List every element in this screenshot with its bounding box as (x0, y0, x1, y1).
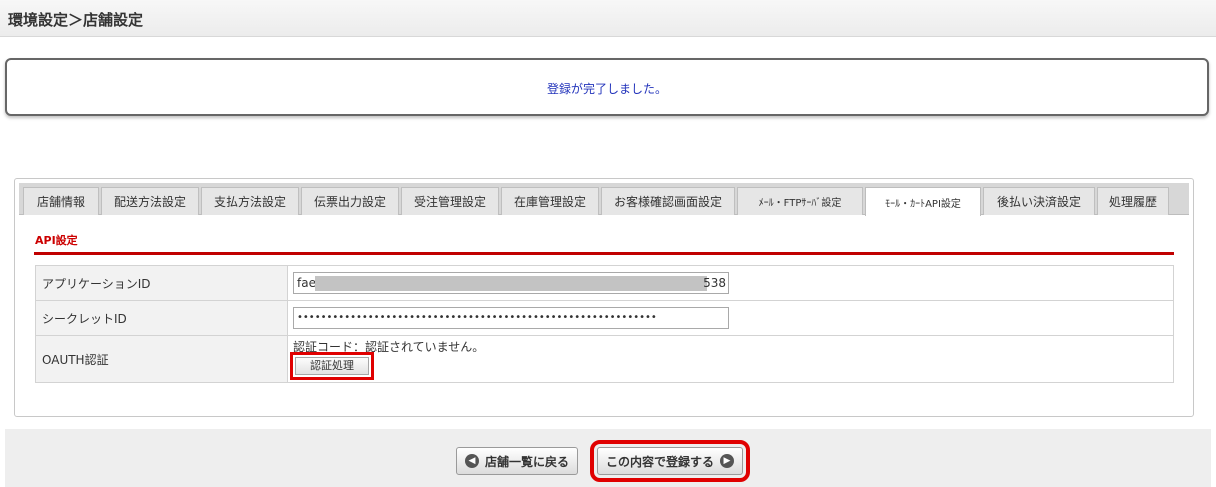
app-id-cell: fae 538 (287, 265, 1174, 301)
app-id-label: アプリケーションID (35, 265, 288, 301)
table-row: OAUTH認証 認証コード：認証されていません。 認証処理 (35, 335, 1174, 383)
table-row: シークレットID •••••••••••••••••••••••••••••••… (35, 300, 1174, 336)
success-message: 登録が完了しました。 (546, 82, 667, 96)
page-header: 環境設定＞店舗設定 (0, 0, 1216, 37)
tab-deferred-payment-settings[interactable]: 後払い決済設定 (983, 187, 1095, 215)
app-id-input[interactable]: fae 538 (293, 272, 729, 294)
table-row: アプリケーションID fae 538 (35, 265, 1174, 301)
tab-slip-output-settings[interactable]: 伝票出力設定 (301, 187, 399, 215)
footer-actions: ◀ 店舗一覧に戻る この内容で登録する ▶ (5, 429, 1211, 487)
authenticate-button[interactable]: 認証処理 (290, 351, 374, 380)
back-to-store-list-button[interactable]: ◀ 店舗一覧に戻る (456, 447, 579, 475)
secret-id-label: シークレットID (35, 300, 288, 336)
tab-bar: 店舗情報 配送方法設定 支払方法設定 伝票出力設定 受注管理設定 在庫管理設定 … (19, 183, 1189, 216)
redaction-bar (315, 276, 707, 291)
api-settings-table: アプリケーションID fae 538 シークレットID ••••••••••••… (35, 265, 1174, 383)
tab-processing-history[interactable]: 処理履歴 (1097, 187, 1169, 215)
oauth-status-text: 認証コード：認証されていません。 (293, 339, 485, 354)
tab-mall-cart-api-settings[interactable]: ﾓｰﾙ・ｶｰﾄAPI設定 (865, 187, 981, 216)
chevron-left-icon: ◀ (465, 454, 479, 468)
oauth-cell: 認証コード：認証されていません。 認証処理 (287, 335, 1174, 383)
success-message-box: 登録が完了しました。 (5, 58, 1209, 116)
secret-id-cell: ••••••••••••••••••••••••••••••••••••••••… (287, 300, 1174, 336)
section-divider (34, 252, 1174, 255)
save-button[interactable]: この内容で登録する ▶ (589, 440, 751, 482)
app-id-suffix: 538 (703, 276, 726, 290)
tab-mail-ftp-settings[interactable]: ﾒｰﾙ・FTPｻｰﾊﾞ設定 (737, 187, 863, 215)
tab-order-management-settings[interactable]: 受注管理設定 (401, 187, 499, 215)
settings-panel: 店舗情報 配送方法設定 支払方法設定 伝票出力設定 受注管理設定 在庫管理設定 … (14, 178, 1194, 417)
tab-store-info[interactable]: 店舗情報 (23, 187, 99, 215)
save-button-label: この内容で登録する (606, 454, 715, 469)
secret-id-input[interactable]: ••••••••••••••••••••••••••••••••••••••••… (293, 307, 729, 329)
tab-payment-settings[interactable]: 支払方法設定 (201, 187, 299, 215)
tab-shipping-settings[interactable]: 配送方法設定 (101, 187, 199, 215)
back-button-label: 店舗一覧に戻る (485, 454, 570, 469)
tab-customer-confirmation-settings[interactable]: お客様確認画面設定 (601, 187, 735, 215)
oauth-label: OAUTH認証 (35, 335, 288, 383)
page-title: 環境設定＞店舗設定 (8, 11, 144, 29)
chevron-right-icon: ▶ (720, 454, 735, 468)
tab-inventory-settings[interactable]: 在庫管理設定 (501, 187, 599, 215)
app-id-prefix: fae (297, 276, 316, 290)
section-title: API設定 (35, 234, 78, 247)
